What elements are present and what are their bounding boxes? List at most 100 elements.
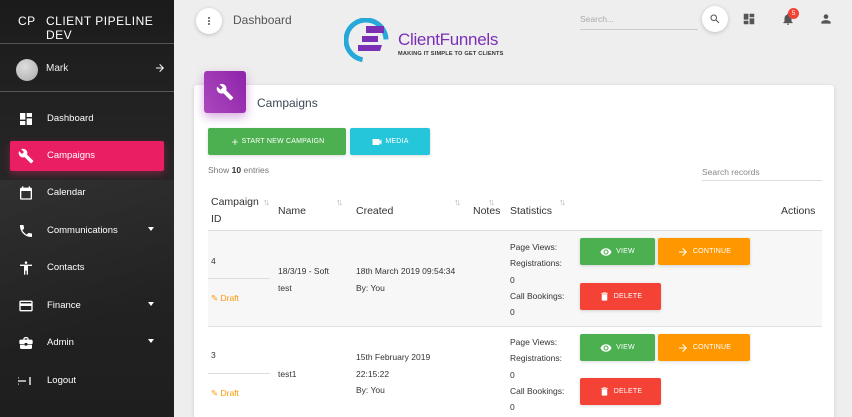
brand-name[interactable]: CLIENT PIPELINE DEV [46,14,174,42]
sidebar-item-communications[interactable]: Communications [10,216,164,246]
column-header-notes[interactable]: Notes [473,205,500,217]
column-header-actions: Actions [781,205,816,217]
search-icon [710,14,720,24]
calendar-icon [20,186,32,200]
view-button[interactable]: VIEW [580,238,655,265]
created-by: By: You [356,283,385,293]
notification-badge: 5 [788,8,799,19]
delete-button[interactable]: DELETE [580,378,661,405]
start-new-campaign-label: START NEW CAMPAIGN [241,138,325,145]
sidebar-item-label: Campaigns [47,150,96,161]
phone-icon [20,225,32,237]
view-button[interactable]: VIEW [580,334,655,361]
records-search-input[interactable] [702,163,822,181]
arrow-right-icon [678,343,687,352]
continue-label: CONTINUE [692,248,732,255]
sidebar-item-label: Admin [47,337,74,348]
media-label: MEDIA [385,138,409,145]
avatar[interactable] [16,59,38,81]
column-header-id-line2: ID [211,213,222,225]
sidebar-item-finance[interactable]: Finance [10,291,164,321]
column-header-name[interactable]: Name [278,205,306,217]
view-label: VIEW [616,344,635,351]
status-badge[interactable]: ✎ Draft [211,388,239,399]
show-prefix: Show [208,165,230,175]
sidebar-item-label: Logout [47,375,77,386]
page-views-label: Page Views: [510,242,558,252]
sidebar-item-dashboard[interactable]: Dashboard [10,104,164,134]
sidebar-item-label: Contacts [47,262,85,273]
logo-wordmark: ClientFunnels [398,30,499,49]
sort-icon[interactable]: ↑↓ [336,197,343,207]
view-label: VIEW [616,248,635,255]
dashboard-icon[interactable] [742,12,756,26]
created-date: 15th February 2019 [356,352,431,362]
more-vert-icon [208,17,210,25]
created-by: By: You [356,385,385,395]
campaign-id: 3 [211,350,216,360]
sidebar-item-campaigns[interactable]: Campaigns [10,141,164,171]
sidebar-item-logout[interactable]: Logout [10,366,164,396]
call-bookings-value: 0 [510,402,515,412]
campaign-name-line2: test [278,283,292,293]
continue-button[interactable]: CONTINUE [658,334,750,361]
arrow-right-icon[interactable] [154,62,166,74]
entries-info: Show 10 entries [208,165,269,175]
status-label: Draft [220,293,239,303]
campaign-name: 18/3/19 - Soft [278,266,330,276]
sort-icon[interactable]: ↑↓ [263,197,270,207]
trash-icon [601,387,608,396]
client-funnels-logo [344,18,389,62]
media-button[interactable]: MEDIA [350,128,430,155]
page-title: Dashboard [233,13,292,27]
call-bookings-label: Call Bookings: [510,291,565,301]
search-button[interactable] [702,6,728,32]
created-time: 22:15:22 [356,369,390,379]
start-new-campaign-button[interactable]: START NEW CAMPAIGN [208,128,346,155]
sort-icon[interactable]: ↑↓ [488,197,495,207]
sidebar-item-label: Finance [47,300,81,311]
menu-toggle-button[interactable] [196,8,222,34]
row-divider [208,326,822,327]
plus-icon [231,138,238,145]
sort-icon[interactable]: ↑↓ [559,197,566,207]
registrations-label: Registrations: [510,258,562,268]
created-date: 18th March 2019 09:54:34 [356,266,456,276]
continue-button[interactable]: CONTINUE [658,238,750,265]
sidebar-item-contacts[interactable]: Contacts [10,253,164,283]
campaign-id: 4 [211,256,216,266]
call-bookings-label: Call Bookings: [510,386,565,396]
brand: CP CLIENT PIPELINE DEV [0,0,174,44]
eye-icon [600,247,612,256]
videocam-icon [372,138,382,145]
entries-count[interactable]: 10 [232,165,241,175]
brand-mini[interactable]: CP [18,14,36,28]
call-bookings-value: 0 [510,307,515,317]
person-icon [20,261,32,275]
sidebar-item-label: Dashboard [47,113,94,124]
arrow-right-icon [678,247,687,256]
cell-divider [208,373,270,374]
card-title: Campaigns [257,96,318,110]
sort-icon[interactable]: ↑↓ [454,197,461,207]
registrations-value: 0 [510,370,515,380]
column-header-created[interactable]: Created [356,205,393,217]
card-header-icon [204,71,246,113]
eye-icon [600,343,612,352]
delete-button[interactable]: DELETE [580,283,661,310]
logo-tagline: MAKING IT SIMPLE TO GET CLIENTS [398,51,504,57]
sidebar-item-admin[interactable]: Admin [10,328,164,358]
caret-down-icon [148,302,154,306]
column-header-id[interactable]: Campaign [211,196,259,208]
person-icon[interactable] [819,12,833,26]
delete-label: DELETE [613,293,643,300]
dashboard-icon [20,113,32,125]
status-badge[interactable]: ✎ Draft [211,293,239,304]
trash-icon [601,292,608,301]
column-header-statistics[interactable]: Statistics [510,205,552,217]
search-input[interactable] [580,8,698,30]
continue-label: CONTINUE [692,344,732,351]
caret-down-icon [148,339,154,343]
sidebar-item-calendar[interactable]: Calendar [10,178,164,208]
user-name[interactable]: Mark [46,63,68,74]
